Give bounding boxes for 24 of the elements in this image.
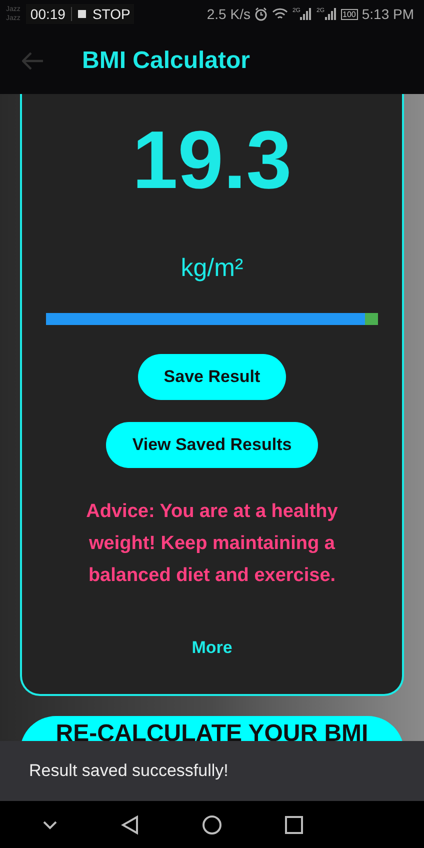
chevron-down-icon[interactable]	[42, 820, 58, 830]
view-saved-results-button[interactable]: View Saved Results	[106, 422, 318, 468]
recalculate-button[interactable]: RE-CALCULATE YOUR BMI	[20, 716, 404, 741]
snackbar-message: Result saved successfully!	[29, 761, 228, 781]
alarm-icon	[254, 7, 268, 21]
bmi-unit: kg/m²	[180, 254, 244, 283]
advice-text: Advice: You are at a healthy weight! Keep maintaining a balanced diet and exercise.	[85, 500, 339, 588]
battery-level: 100	[340, 8, 358, 20]
signal-icon	[324, 8, 336, 20]
signal-icon	[300, 8, 312, 20]
recording-time: 00:19	[30, 6, 66, 22]
wifi-icon	[272, 8, 288, 20]
recording-chip[interactable]: 00:19 STOP	[26, 4, 134, 24]
stop-icon	[78, 10, 86, 18]
more-link[interactable]: More	[192, 638, 232, 658]
stop-label: STOP	[92, 6, 130, 22]
clock: 5:13 PM	[362, 6, 414, 22]
back-icon[interactable]	[120, 814, 138, 834]
recents-icon[interactable]	[284, 816, 302, 834]
net-speed: 2.5 K/s	[206, 6, 250, 22]
save-result-button[interactable]: Save Result	[138, 354, 286, 400]
home-icon[interactable]	[202, 814, 222, 834]
bmi-value: 19.3	[132, 118, 292, 204]
app-title: BMI Calculator	[82, 47, 250, 75]
